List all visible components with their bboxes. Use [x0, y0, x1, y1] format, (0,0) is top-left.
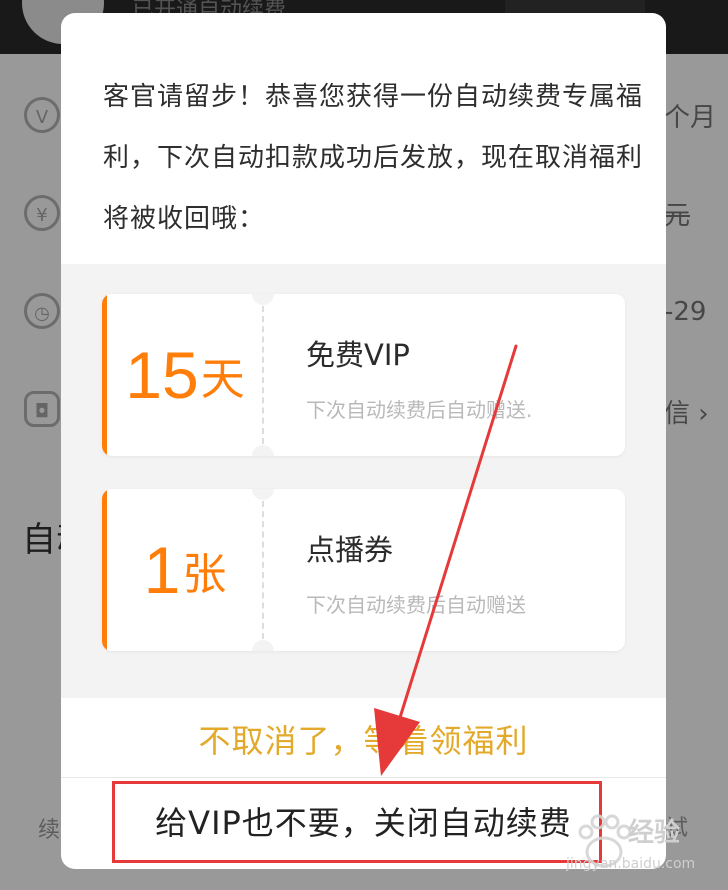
- coupon-description: 下次自动续费后自动赠送: [306, 593, 526, 617]
- benefits-panel: 15 天 免费VIP 下次自动续费后自动赠送. 1张 点播券 下次自动续费后自动赠…: [61, 264, 666, 698]
- dialog-message: 客官请留步！恭喜您获得一份自动续费专属福利，下次自动扣款成功后发放，现在取消福利…: [103, 82, 644, 234]
- coupon-divider: [262, 501, 264, 639]
- coupon-divider: [262, 306, 264, 444]
- keep-subscription-button[interactable]: 不取消了，等着领福利: [61, 703, 666, 779]
- coupon-ticket: 1张 点播券 下次自动续费后自动赠送: [102, 489, 625, 651]
- coupon-accent-bar: [102, 489, 107, 651]
- coupon-amount-number: 1: [143, 533, 181, 607]
- coupon-amount-unit: 张: [182, 549, 227, 600]
- coupon-description: 下次自动续费后自动赠送.: [306, 398, 533, 422]
- coupon-free-vip: 15 天 免费VIP 下次自动续费后自动赠送.: [102, 294, 625, 456]
- watermark-url: jingyan.baidu.com: [566, 856, 696, 872]
- coupon-amount-number: 15: [125, 338, 199, 412]
- coupon-accent-bar: [102, 294, 107, 456]
- coupon-title: 免费VIP: [306, 338, 410, 372]
- coupon-title: 点播券: [306, 533, 394, 567]
- coupon-amount: 15 天: [112, 294, 258, 456]
- coupon-amount: 1张: [112, 489, 258, 651]
- coupon-amount-unit: 天: [200, 354, 245, 405]
- retention-dialog: 客官请留步！恭喜您获得一份自动续费专属福利，下次自动扣款成功后发放，现在取消福利…: [61, 13, 666, 869]
- watermark-text: 经验: [628, 818, 681, 848]
